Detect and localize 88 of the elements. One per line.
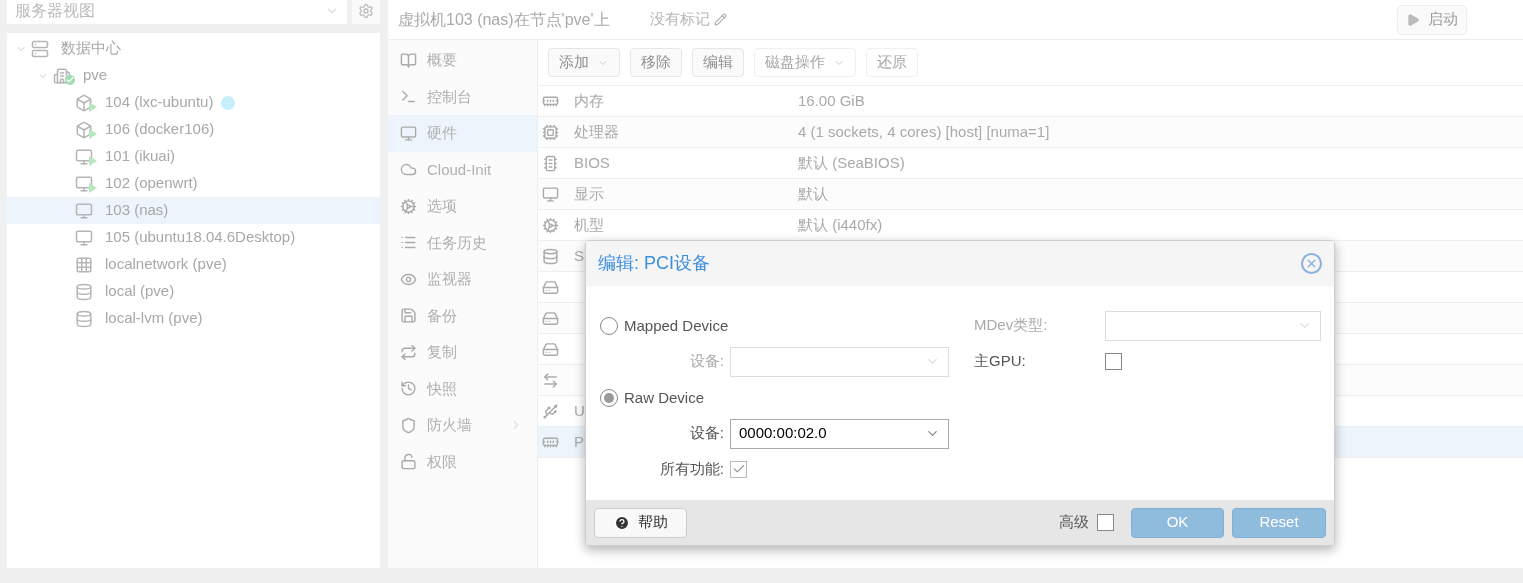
nav-item[interactable]: 复制 [388,334,537,371]
chip-icon [542,154,559,172]
tree-item[interactable]: pve [7,62,380,89]
cpu-icon [542,123,559,141]
view-selector[interactable]: 服务器视图 [7,0,347,24]
ok-button[interactable]: OK [1131,507,1224,538]
tree-item[interactable]: 104 (lxc-ubuntu) [7,89,380,116]
table-cell-text: 4 (1 sockets, 4 cores) [host] [numa=1] [798,121,1050,142]
device-select[interactable]: 0000:00:02.0 [730,418,949,449]
nav-item[interactable]: 权限 [388,443,537,480]
radio-button[interactable] [600,389,618,407]
table-cell-text: P [574,431,584,452]
tree-item[interactable]: 101 (ikuai) [7,143,380,170]
tree-item[interactable]: 103 (nas) [7,197,380,224]
tree-item[interactable]: local (pve) [7,278,380,305]
checkbox[interactable] [1097,514,1114,531]
help-icon [613,514,630,531]
nav-item[interactable]: 监视器 [388,261,537,298]
mdev-select[interactable] [1105,310,1321,341]
field-label: MDev类型: [974,315,1049,336]
toolbar-button[interactable]: 移除 [630,48,682,77]
dialog-title: 编辑: PCI设备 [598,252,710,275]
play-icon [1406,12,1420,27]
radio-label: Mapped Device [624,315,729,336]
hard-drive-icon [542,309,559,327]
reset-button[interactable]: Reset [1232,507,1326,538]
table-cell-text: 默认 (i440fx) [798,214,883,235]
page-title: 虚拟机103 (nas)在节点'pve'上 [398,9,610,30]
tree-item[interactable]: 数据中心 [7,35,380,62]
history-icon [400,380,417,398]
building-icon [53,66,75,85]
hard-drive-icon [542,278,559,296]
table-cell-text: U [574,400,585,421]
nav-item[interactable]: 概要 [388,42,537,79]
usb-icon [542,402,559,420]
radio-button[interactable] [600,317,618,335]
field-label: 所有功能: [658,458,725,479]
shield-icon [400,416,417,434]
close-button[interactable] [1301,253,1322,274]
tree-item[interactable]: local-lvm (pve) [7,305,380,332]
table-cell-text: BIOS [574,152,610,173]
tags-link[interactable]: 没有标记 [649,8,727,31]
checkbox-label: 高级 [1059,512,1089,533]
repeat-icon [400,343,417,361]
nav-item[interactable]: 任务历史 [388,224,537,261]
arrows-icon [542,371,559,389]
tree-item[interactable]: 105 (ubuntu18.04.6Desktop) [7,224,380,251]
field-label: 主GPU: [974,351,1027,372]
table-cell-text: 默认 [798,183,828,204]
book-icon [400,51,417,69]
table-cell-text: 16.00 GiB [798,90,865,111]
database-icon [542,247,559,265]
nav-item[interactable]: 防火墙 [388,407,537,444]
settings-button[interactable] [352,0,380,24]
nav-item[interactable]: 控制台 [388,78,537,115]
field-label: 设备: [688,423,725,444]
gear-icon [542,216,559,234]
checkbox[interactable] [1105,353,1122,370]
table-cell-text: 显示 [574,183,604,204]
gear-icon [400,197,417,215]
pencil-icon [713,13,727,26]
checkbox[interactable] [730,460,747,478]
toolbar-button[interactable]: 编辑 [692,48,744,77]
nav-item[interactable]: 备份 [388,297,537,334]
gear-icon [358,3,374,19]
nav-item[interactable]: 硬件 [388,115,537,152]
hard-drive-icon [542,340,559,358]
close-icon [1305,257,1318,270]
tree-item[interactable]: 106 (docker106) [7,116,380,143]
monitor-icon [400,124,417,142]
start-button[interactable]: 启动 [1397,4,1467,35]
table-cell-text: 处理器 [574,121,619,142]
table-cell-text: 内存 [574,90,604,111]
radio-label: Raw Device [624,387,705,408]
device-select[interactable] [730,346,949,377]
table-cell-text: 默认 (SeaBIOS) [798,152,905,173]
toolbar-button[interactable]: 添加 [548,48,620,77]
nav-item[interactable]: Cloud-Init [388,151,537,188]
unlocked-padlock-icon [400,453,417,471]
check-icon [731,462,746,476]
nav-item[interactable]: 快照 [388,370,537,407]
help-button[interactable]: 帮助 [594,507,687,538]
nav-item[interactable]: 选项 [388,188,537,225]
table-cell-text: 机型 [574,214,604,235]
field-label: 设备: [688,351,725,372]
table-cell-text: S [574,245,584,266]
tree-item[interactable]: localnetwork (pve) [7,251,380,278]
monitor-icon [542,185,559,203]
